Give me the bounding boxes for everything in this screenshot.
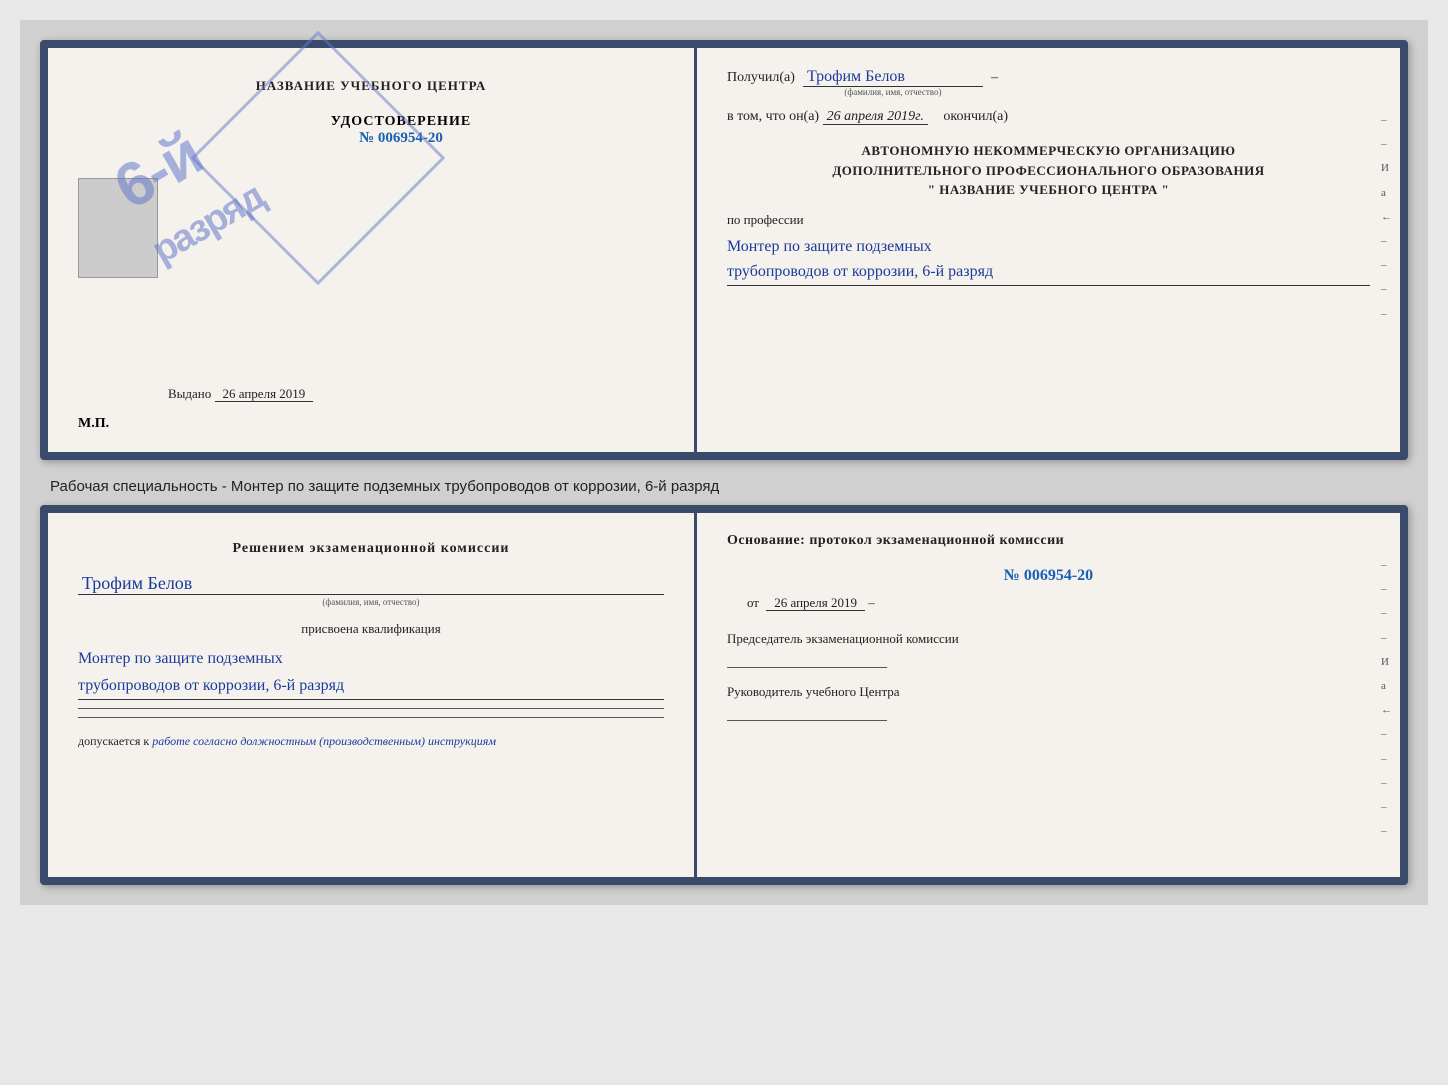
director-block: Руководитель учебного Центра — [727, 684, 1370, 721]
blank-line-2 — [78, 717, 664, 718]
date-value: 26 апреля 2019г. — [823, 109, 928, 125]
received-label: Получил(а) — [727, 70, 795, 86]
protocol-date: от 26 апреля 2019 – — [727, 595, 1370, 611]
issued-date: 26 апреля 2019 — [215, 386, 314, 402]
bottom-cert-left-page: Решением экзаменационной комиссии Трофим… — [48, 513, 697, 877]
director-label: Руководитель учебного Центра — [727, 684, 1370, 700]
mp-label: М.П. — [78, 416, 109, 432]
bottom-certificate-book: Решением экзаменационной комиссии Трофим… — [40, 505, 1408, 885]
assigned-label: присвоена квалификация — [78, 621, 664, 637]
received-subtext: (фамилия, имя, отчество) — [803, 87, 983, 97]
chairman-label: Председатель экзаменационной комиссии — [727, 631, 1370, 647]
right-sidebar-marks: – – И а ← – – – – — [1381, 108, 1392, 326]
profession-line2: трубопроводов от коррозии, 6-й разряд — [727, 259, 1370, 285]
blank-line-1 — [78, 708, 664, 709]
diamond-stamp — [191, 31, 446, 286]
top-cert-left-page: НАЗВАНИЕ УЧЕБНОГО ЦЕНТРА УДОСТОВЕРЕНИЕ №… — [48, 48, 697, 452]
issued-label: Выдано — [168, 386, 211, 401]
date-line: в том, что он(а) 26 апреля 2019г. окончи… — [727, 109, 1370, 125]
profession-label: по профессии — [727, 212, 1370, 228]
bottom-person-name: Трофим Белов — [78, 573, 664, 595]
chairman-block: Председатель экзаменационной комиссии — [727, 631, 1370, 668]
received-name: Трофим Белов — [803, 68, 983, 87]
protocol-date-value: 26 апреля 2019 — [766, 595, 865, 611]
chairman-signature-line — [727, 667, 887, 668]
org-block: АВТОНОМНУЮ НЕКОММЕРЧЕСКУЮ ОРГАНИЗАЦИЮ ДО… — [727, 141, 1370, 200]
allowed-prefix: допускается к — [78, 734, 149, 748]
top-certificate-book: НАЗВАНИЕ УЧЕБНОГО ЦЕНТРА УДОСТОВЕРЕНИЕ №… — [40, 40, 1408, 460]
between-text: Рабочая специальность - Монтер по защите… — [50, 478, 1408, 495]
received-dash: – — [991, 70, 998, 86]
basis-title: Основание: протокол экзаменационной коми… — [727, 533, 1370, 549]
date-prefix: в том, что он(а) — [727, 109, 819, 124]
bottom-person-subtext: (фамилия, имя, отчество) — [78, 597, 664, 607]
org-line1: АВТОНОМНУЮ НЕКОММЕРЧЕСКУЮ ОРГАНИЗАЦИЮ — [727, 141, 1370, 161]
received-line: Получил(а) Трофим Белов (фамилия, имя, о… — [727, 68, 1370, 97]
decision-title: Решением экзаменационной комиссии — [78, 541, 664, 557]
director-signature-line — [727, 720, 887, 721]
qualification-line2: трубопроводов от коррозии, 6-й разряд — [78, 672, 664, 699]
allowed-text: допускается к работе согласно должностны… — [78, 734, 664, 749]
date-suffix: окончил(а) — [943, 109, 1008, 124]
allowed-value: работе согласно должностным (производств… — [152, 734, 496, 748]
bottom-right-sidebar-marks: – – – – И а ← – – – – – — [1381, 553, 1392, 843]
top-cert-right-page: Получил(а) Трофим Белов (фамилия, имя, о… — [697, 48, 1400, 452]
qualification-line1: Монтер по защите подземных — [78, 645, 664, 672]
org-line2: ДОПОЛНИТЕЛЬНОГО ПРОФЕССИОНАЛЬНОГО ОБРАЗО… — [727, 161, 1370, 181]
protocol-number: № 006954-20 — [727, 567, 1370, 585]
bottom-cert-right-page: Основание: протокол экзаменационной коми… — [697, 513, 1400, 877]
qualification-value: Монтер по защите подземных трубопроводов… — [78, 645, 664, 700]
org-line3: " НАЗВАНИЕ УЧЕБНОГО ЦЕНТРА " — [727, 180, 1370, 200]
protocol-date-prefix: от — [747, 595, 759, 610]
profession-line1: Монтер по защите подземных — [727, 234, 1370, 260]
profession-value: Монтер по защите подземных трубопроводов… — [727, 234, 1370, 286]
issued-line: Выдано 26 апреля 2019 — [168, 386, 313, 402]
page-container: НАЗВАНИЕ УЧЕБНОГО ЦЕНТРА УДОСТОВЕРЕНИЕ №… — [20, 20, 1428, 905]
